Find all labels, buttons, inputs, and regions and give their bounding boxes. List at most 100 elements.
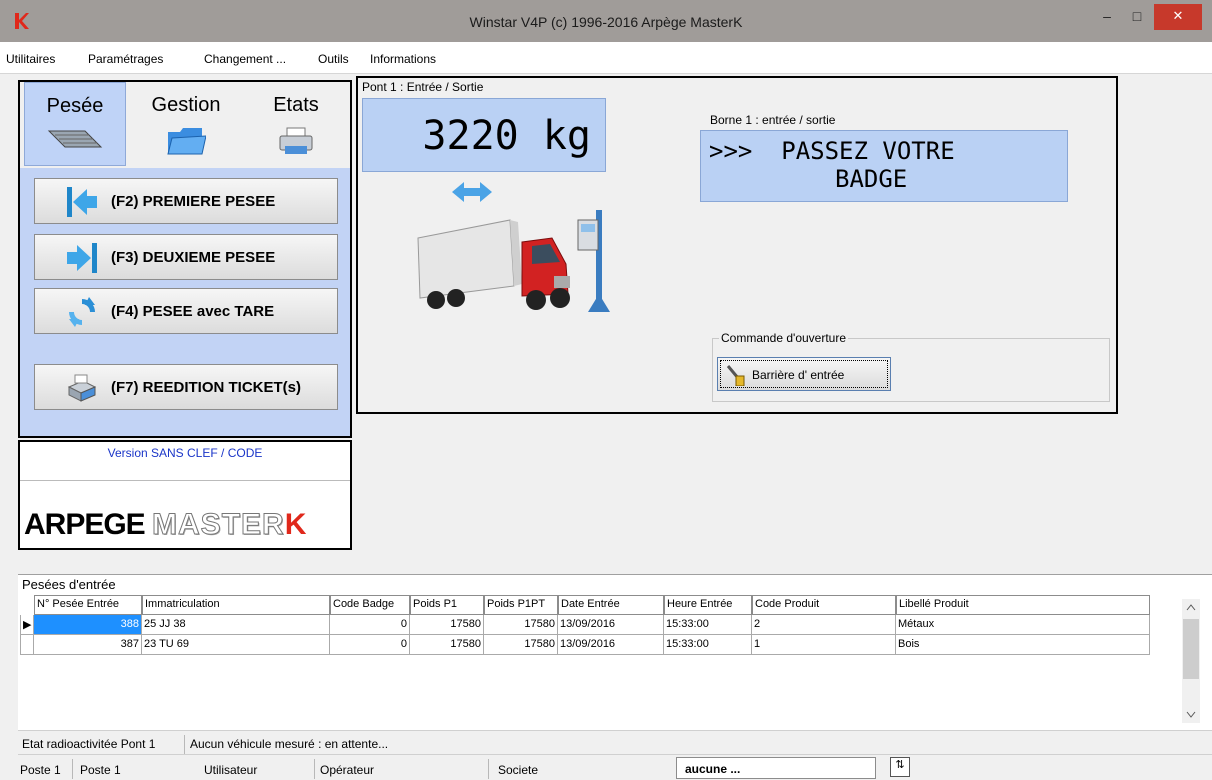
societe-field[interactable]: aucune ... [676,757,876,779]
menu-outils[interactable]: Outils [318,52,349,66]
cell-badge[interactable]: 0 [330,635,410,655]
direction-arrows-icon [452,182,492,202]
arrow-right-icon [67,243,97,273]
pont-panel: Pont 1 : Entrée / Sortie 3220 kg Borne 1… [356,76,1118,414]
version-panel: Version SANS CLEF / CODE ARPEGE MASTERK [18,440,352,550]
reedition-ticket-button[interactable]: (F7) REEDITION TICKET(s) [34,364,338,410]
refresh-icon [69,297,95,327]
cell-badge[interactable]: 0 [330,615,410,635]
divider [488,759,489,779]
weight-display: 3220 kg [362,98,606,172]
col-code-produit[interactable]: Code Produit [752,595,896,615]
col-libelle-produit[interactable]: Libellé Produit [896,595,1150,615]
societe-value: aucune ... [685,762,741,776]
badge-terminal-icon [577,210,610,312]
radio-status-message: Aucun véhicule mesuré : en attente... [190,737,389,751]
col-poids-p1[interactable]: Poids P1 [410,595,484,615]
minimize-button[interactable]: – [1092,4,1122,30]
table-row[interactable]: 387 23 TU 69 0 17580 17580 13/09/2016 15… [20,635,1176,655]
vertical-scrollbar[interactable] [1182,599,1200,723]
cell-p1[interactable]: 17580 [410,615,484,635]
tab-gestion-label: Gestion [151,94,221,116]
col-immatriculation[interactable]: Immatriculation [142,595,330,615]
scale-icon [47,130,103,148]
maximize-button[interactable]: □ [1122,4,1152,30]
brand-arpege: ARPEGE [24,508,153,541]
cell-date[interactable]: 13/09/2016 [558,615,664,635]
table-header: N° Pesée Entrée Immatriculation Code Bad… [20,595,1176,615]
pesee-tare-label: (F4) PESEE avec TARE [111,303,275,320]
row-indicator [20,635,34,655]
cell-libelle[interactable]: Métaux [896,615,1150,635]
borne-message-line2: BADGE [835,165,908,193]
cell-heure[interactable]: 15:33:00 [664,635,752,655]
title-bar: Winstar V4P (c) 1996-2016 Arpège MasterK… [0,0,1212,42]
cell-immat[interactable]: 23 TU 69 [142,635,330,655]
cell-libelle[interactable]: Bois [896,635,1150,655]
tab-strip: Pesée Gestion Etats [20,82,350,168]
commande-ouverture-group: Commande d'ouverture Barrière d' entrée [712,331,1110,402]
truck-icon [417,219,570,310]
cell-heure[interactable]: 15:33:00 [664,615,752,635]
cell-code[interactable]: 2 [752,615,896,635]
table-row[interactable]: ▶ 388 25 JJ 38 0 17580 17580 13/09/2016 … [20,615,1176,635]
tab-pesee[interactable]: Pesée [24,82,126,166]
pont-label: Pont 1 : Entrée / Sortie [362,80,484,94]
menu-utilitaires[interactable]: Utilitaires [6,52,55,66]
close-button[interactable]: ✕ [1154,4,1202,30]
poste-label: Poste 1 [20,763,61,777]
pesee-tare-button[interactable]: (F4) PESEE avec TARE [34,288,338,334]
printer-icon [279,127,313,154]
menu-bar: Utilitaires Paramétrages Changement ... … [0,42,1212,74]
deuxieme-pesee-button[interactable]: (F3) DEUXIEME PESEE [34,234,338,280]
reedition-ticket-label: (F7) REEDITION TICKET(s) [111,379,301,396]
cell-p1pt[interactable]: 17580 [484,635,558,655]
col-poids-p1pt[interactable]: Poids P1PT [484,595,558,615]
version-text: Version SANS CLEF / CODE [107,446,263,460]
cell-date[interactable]: 13/09/2016 [558,635,664,655]
col-num-pesee[interactable]: N° Pesée Entrée [34,595,142,615]
action-panel: Pesée Gestion Etats (F2) PREMIERE PESEE … [18,80,352,438]
brand-k: K [284,508,307,541]
row-indicator-icon: ▶ [20,615,34,635]
deuxieme-pesee-label: (F3) DEUXIEME PESEE [111,249,276,266]
barriere-entree-button[interactable]: Barrière d' entrée [717,357,891,391]
barrier-icon [726,365,745,386]
menu-changement[interactable]: Changement ... [204,52,286,66]
societe-spin-button[interactable]: ⇅ [890,757,910,777]
barriere-entree-label: Barrière d' entrée [752,368,845,382]
divider [314,759,315,779]
divider [20,480,350,481]
ticket-printer-icon [67,374,97,402]
grid-title: Pesées d'entrée [22,577,116,592]
scroll-up-icon[interactable] [1186,603,1196,611]
cell-num[interactable]: 387 [34,635,142,655]
premiere-pesee-button[interactable]: (F2) PREMIERE PESEE [34,178,338,224]
premiere-pesee-label: (F2) PREMIERE PESEE [111,193,276,210]
tab-etats-label: Etats [273,94,319,116]
divider [184,735,185,755]
poste-value: Poste 1 [80,763,121,777]
col-heure-entree[interactable]: Heure Entrée [664,595,752,615]
societe-label: Societe [498,763,539,777]
menu-informations[interactable]: Informations [370,52,436,66]
col-code-badge[interactable]: Code Badge [330,595,410,615]
pesees-entree-grid: Pesées d'entrée N° Pesée Entrée Immatric… [18,574,1212,730]
col-date-entree[interactable]: Date Entrée [558,595,664,615]
borne-display: >>> PASSEZ VOTRE BADGE [700,130,1068,202]
brand-master: MASTER [152,508,285,542]
cell-code[interactable]: 1 [752,635,896,655]
scroll-thumb[interactable] [1183,619,1199,679]
cell-p1[interactable]: 17580 [410,635,484,655]
utilisateur-label: Utilisateur [204,763,258,777]
borne-label: Borne 1 : entrée / sortie [710,113,836,127]
cell-immat[interactable]: 25 JJ 38 [142,615,330,635]
commande-label: Commande d'ouverture [719,331,849,345]
scroll-down-icon[interactable] [1186,711,1196,719]
cell-num[interactable]: 388 [34,615,142,635]
brand-logo: ARPEGE MASTERK [24,508,307,542]
tab-etats[interactable]: Etats [248,82,344,166]
menu-parametrages[interactable]: Paramétrages [88,52,163,66]
cell-p1pt[interactable]: 17580 [484,615,558,635]
tab-gestion[interactable]: Gestion [138,82,234,166]
